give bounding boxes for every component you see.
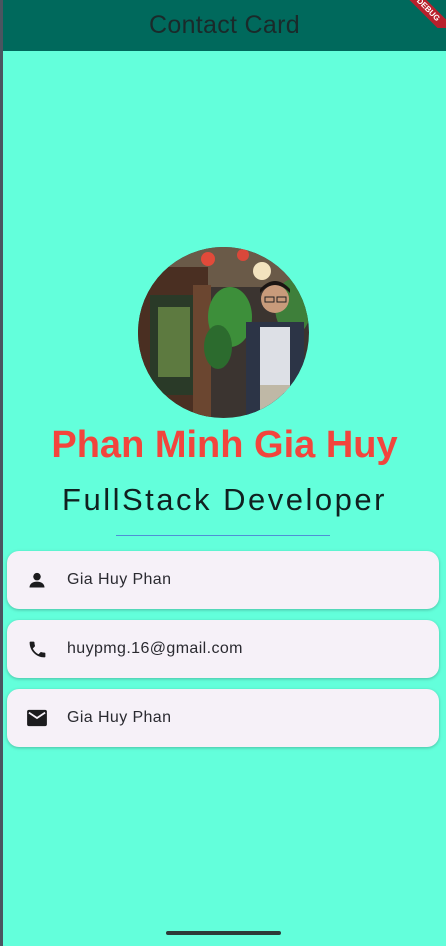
profile-name: Phan Minh Gia Huy (51, 424, 398, 466)
profile-photo (138, 247, 309, 418)
debug-banner-label: DEBUG (406, 0, 446, 28)
window-frame (0, 0, 3, 946)
home-indicator[interactable] (166, 931, 281, 935)
person-icon (26, 569, 48, 591)
contact-card-label: Gia Huy Phan (67, 709, 172, 726)
phone-icon (26, 638, 48, 660)
divider (116, 535, 330, 536)
email-icon (26, 707, 48, 729)
profile-title: FullStack Developer (62, 482, 387, 517)
app-bar-title: Contact Card (149, 11, 300, 39)
contact-card-email[interactable]: Gia Huy Phan (7, 689, 439, 747)
app-bar: Contact Card (3, 0, 446, 51)
debug-banner: DEBUG (406, 0, 446, 28)
contact-card-label: Gia Huy Phan (67, 571, 172, 588)
contact-card-label: huypmg.16@gmail.com (67, 640, 243, 657)
contact-card-phone[interactable]: huypmg.16@gmail.com (7, 620, 439, 678)
contact-card-name[interactable]: Gia Huy Phan (7, 551, 439, 609)
